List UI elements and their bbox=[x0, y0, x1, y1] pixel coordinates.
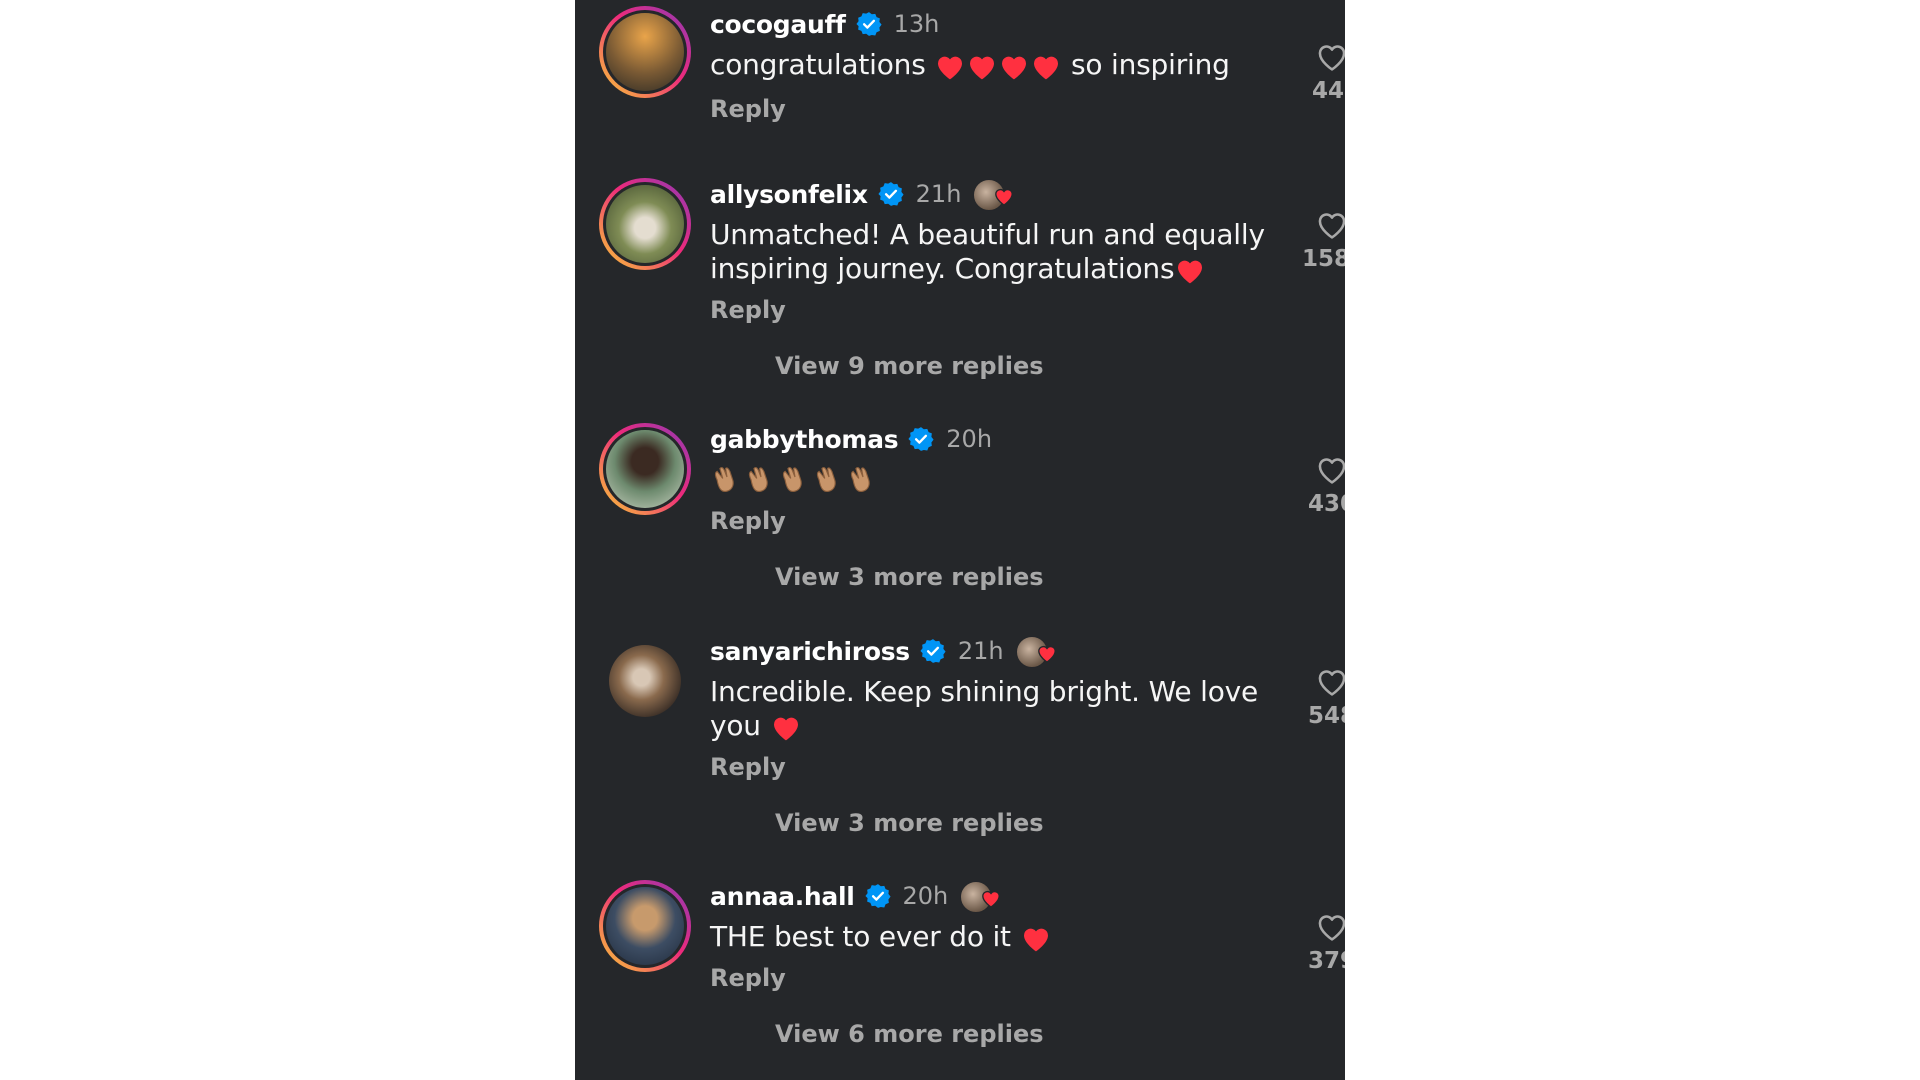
like-button[interactable]: 430 bbox=[1308, 453, 1345, 517]
reply-button[interactable]: Reply bbox=[710, 95, 786, 123]
view-more-replies[interactable]: View 9 more replies bbox=[775, 352, 1044, 380]
comment-text bbox=[710, 459, 1270, 494]
verified-badge-icon bbox=[864, 884, 891, 908]
avatar[interactable] bbox=[599, 635, 691, 727]
like-button[interactable]: 379 bbox=[1308, 910, 1345, 974]
timestamp: 20h bbox=[946, 425, 993, 453]
clapping-hands-emoji bbox=[710, 459, 880, 492]
heart-outline-icon[interactable] bbox=[1315, 453, 1345, 485]
reply-button[interactable]: Reply bbox=[710, 296, 786, 324]
verified-badge-icon bbox=[878, 182, 904, 206]
username[interactable]: sanyarichiross bbox=[710, 637, 910, 666]
avatar[interactable] bbox=[599, 423, 691, 515]
verified-badge-icon bbox=[908, 427, 934, 451]
like-button[interactable]: 548 bbox=[1308, 665, 1345, 729]
like-count: 44 bbox=[1312, 78, 1345, 104]
creator-liked-indicator bbox=[960, 880, 1006, 913]
timestamp: 20h bbox=[902, 882, 949, 910]
like-button[interactable]: 158 bbox=[1302, 208, 1345, 272]
avatar[interactable] bbox=[599, 880, 691, 972]
creator-liked-indicator bbox=[1015, 635, 1062, 668]
verified-badge-icon bbox=[920, 639, 946, 663]
verified-badge-icon bbox=[856, 12, 882, 36]
reply-button[interactable]: Reply bbox=[710, 964, 786, 992]
red-heart-emoji bbox=[1174, 252, 1206, 285]
view-more-replies[interactable]: View 6 more replies bbox=[775, 1020, 1044, 1048]
like-count: 548 bbox=[1308, 703, 1345, 729]
comment-text: Unmatched! A beautiful run and equally i… bbox=[710, 218, 1265, 285]
creator-liked-indicator bbox=[973, 178, 1019, 211]
red-heart-emoji bbox=[934, 48, 1071, 81]
comment-text: THE best to ever do it bbox=[710, 920, 1270, 954]
like-count: 158 bbox=[1302, 246, 1345, 272]
username[interactable]: allysonfelix bbox=[710, 180, 868, 209]
comment-text: Incredible. Keep shining bright. We love… bbox=[710, 675, 1259, 742]
view-more-replies[interactable]: View 3 more replies bbox=[775, 809, 1044, 837]
username[interactable]: gabbythomas bbox=[710, 425, 899, 454]
comment-text: congratulations so inspiring bbox=[710, 48, 1230, 81]
like-count: 379 bbox=[1308, 948, 1345, 974]
heart-outline-icon[interactable] bbox=[1315, 910, 1345, 942]
heart-outline-icon[interactable] bbox=[1315, 40, 1345, 72]
reply-button[interactable]: Reply bbox=[710, 507, 786, 535]
username[interactable]: annaa.hall bbox=[710, 882, 855, 911]
view-more-replies[interactable]: View 3 more replies bbox=[775, 563, 1044, 591]
heart-outline-icon[interactable] bbox=[1315, 208, 1345, 240]
red-heart-emoji bbox=[1020, 920, 1052, 953]
avatar[interactable] bbox=[599, 178, 691, 270]
red-heart-emoji bbox=[770, 709, 802, 742]
timestamp: 21h bbox=[957, 637, 1004, 665]
avatar[interactable] bbox=[599, 6, 691, 98]
heart-outline-icon[interactable] bbox=[1315, 665, 1345, 697]
like-button[interactable]: 44 bbox=[1312, 40, 1345, 104]
reply-button[interactable]: Reply bbox=[710, 753, 786, 781]
comments-panel: cocogauff 13h congratulations so inspiri… bbox=[575, 0, 1345, 1080]
like-count: 430 bbox=[1308, 491, 1345, 517]
timestamp: 21h bbox=[915, 180, 962, 208]
timestamp: 13h bbox=[893, 10, 940, 38]
username[interactable]: cocogauff bbox=[710, 10, 846, 39]
